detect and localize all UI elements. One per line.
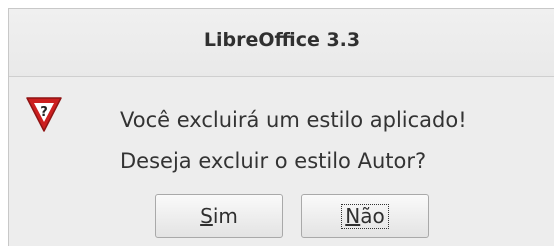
no-button[interactable]: Não xyxy=(301,194,429,238)
yes-button[interactable]: Sim xyxy=(155,194,283,238)
message-line-2: Deseja excluir o estilo Autor? xyxy=(120,149,427,173)
screen: LibreOffice 3.3 ? Você excluirá um estil… xyxy=(0,0,554,246)
yes-button-mnemonic: S xyxy=(200,204,213,228)
title-bar[interactable]: LibreOffice 3.3 xyxy=(9,9,554,77)
message-line-1: Você excluirá um estilo aplicado! xyxy=(120,108,467,132)
svg-text:?: ? xyxy=(40,105,48,120)
yes-button-label: im xyxy=(212,204,238,228)
no-button-label: ão xyxy=(360,203,385,228)
warning-question-icon: ? xyxy=(24,94,64,134)
focus-ring: Não xyxy=(341,203,389,229)
confirm-dialog: LibreOffice 3.3 ? Você excluirá um estil… xyxy=(8,8,554,246)
dialog-title: LibreOffice 3.3 xyxy=(203,29,361,51)
no-button-mnemonic: N xyxy=(345,203,361,228)
